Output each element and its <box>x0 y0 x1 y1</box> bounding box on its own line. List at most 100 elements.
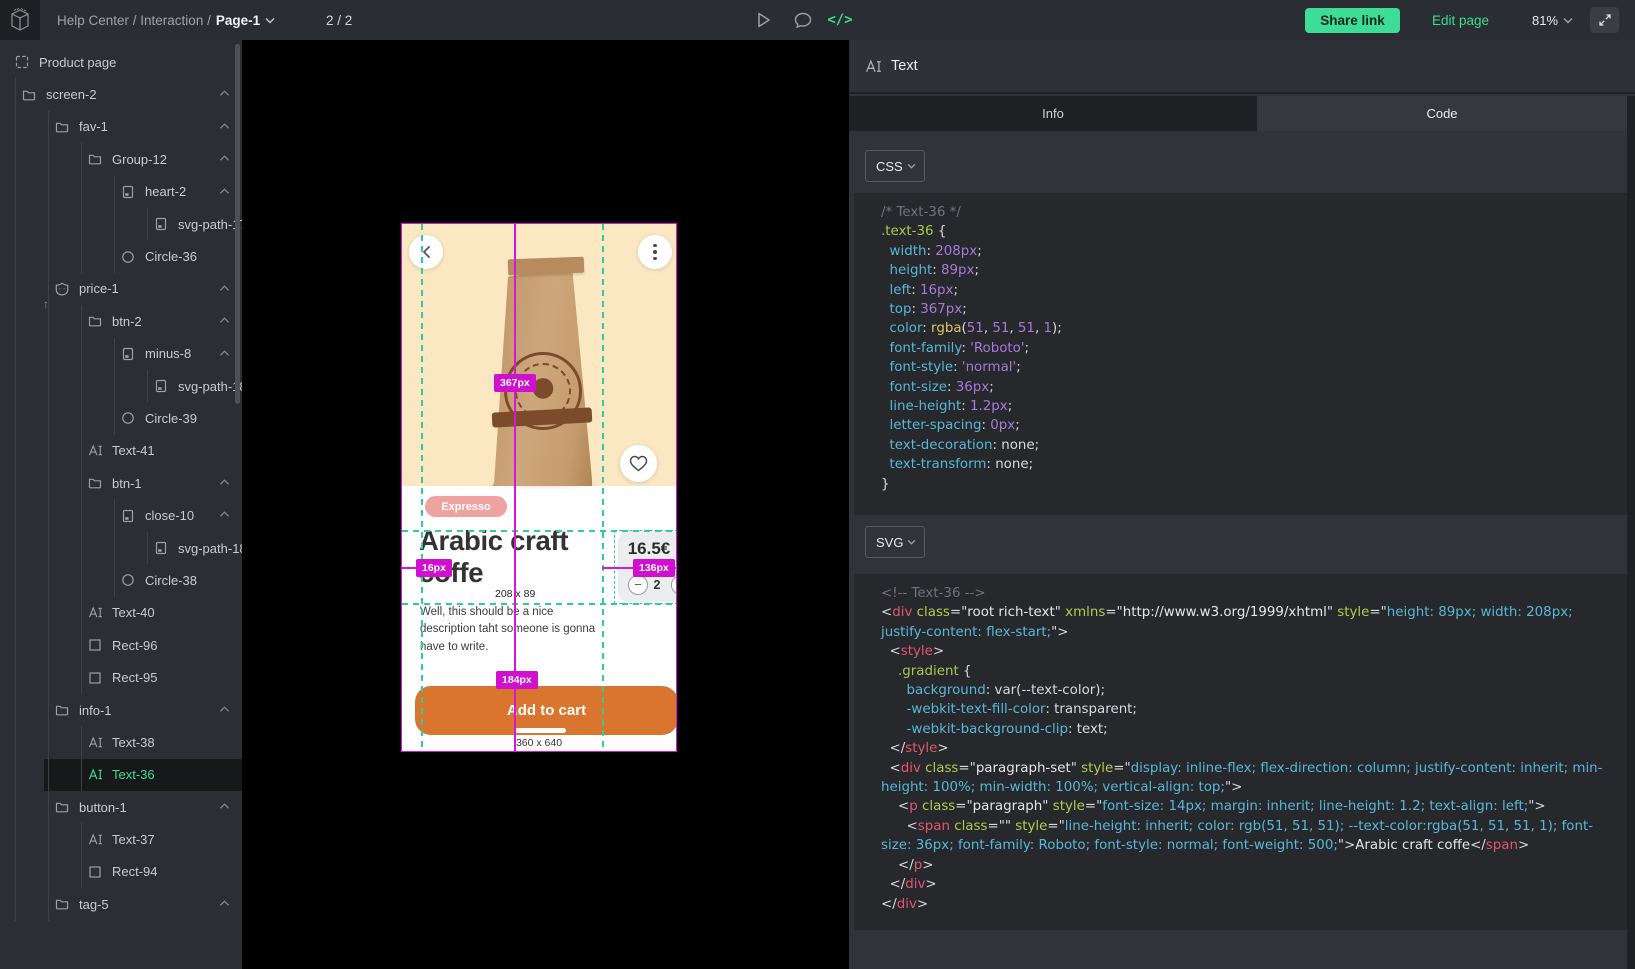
layer-row-minus-8[interactable]: minus-8 <box>0 338 242 370</box>
code-line: text-transform: none; <box>881 455 1605 474</box>
layer-row-circle-39[interactable]: Circle-39 <box>0 402 242 434</box>
layer-row-screen-2[interactable]: screen-2 <box>0 78 242 110</box>
css-format-select[interactable]: CSS <box>865 150 925 182</box>
indent-guide <box>48 208 81 240</box>
indent-guide <box>15 564 48 596</box>
back-button[interactable] <box>409 235 443 269</box>
layer-row-product page[interactable]: Product page <box>0 46 242 78</box>
layer-row-info-1[interactable]: info-1 <box>0 694 242 726</box>
inspector-panel: Text Info Code CSS /* Text-36 */.text-36… <box>849 40 1635 969</box>
measure-chip-top: 367px <box>494 374 536 392</box>
layer-row-text-37[interactable]: Text-37 <box>0 823 242 855</box>
code-line: font-style: 'normal'; <box>881 358 1605 377</box>
collapse-chevron-icon[interactable] <box>219 122 230 130</box>
collapse-chevron-icon[interactable] <box>219 284 230 292</box>
layer-row-close-10[interactable]: close-10 <box>0 499 242 531</box>
layer-row-text-40[interactable]: Text-40 <box>0 597 242 629</box>
page-indicator: 2 / 2 <box>326 0 352 40</box>
tab-info[interactable]: Info <box>849 96 1257 131</box>
expand-icon <box>1598 13 1612 27</box>
breadcrumb[interactable]: Help Center / Interaction / Page-1 <box>57 0 275 40</box>
svgfile-icon <box>121 508 136 523</box>
panel-scrollbar-track[interactable] <box>1627 96 1635 969</box>
indent-guide <box>15 402 48 434</box>
rect-icon <box>88 638 103 653</box>
layer-row-btn-2[interactable]: ↑btn-2 <box>0 305 242 337</box>
layer-row-svg-path-176[interactable]: svg-path-176 <box>0 208 242 240</box>
favorite-button[interactable] <box>620 445 657 482</box>
more-menu-button[interactable] <box>638 235 672 269</box>
indent-guide <box>48 759 81 791</box>
code-line: <style> <box>881 642 1605 661</box>
layer-row-circle-38[interactable]: Circle-38 <box>0 564 242 596</box>
layer-row-fav-1[interactable]: fav-1 <box>0 111 242 143</box>
collapse-chevron-icon[interactable] <box>219 154 230 162</box>
tab-code[interactable]: Code <box>1257 96 1627 131</box>
product-screen-artboard[interactable]: Expresso Arabic craft coffe 208 x 89 Wel… <box>401 223 677 752</box>
collapse-chevron-icon[interactable] <box>219 802 230 810</box>
collapse-chevron-icon[interactable] <box>219 899 230 907</box>
code-line: width: 208px; <box>881 242 1605 261</box>
layer-row-group-12[interactable]: Group-12 <box>0 143 242 175</box>
layer-row-rect-96[interactable]: Rect-96 <box>0 629 242 661</box>
play-button[interactable] <box>750 0 778 40</box>
svgfile-icon <box>154 379 169 394</box>
indent-guide <box>114 208 147 240</box>
layer-row-tag-5[interactable]: tag-5 <box>0 888 242 920</box>
fullscreen-button[interactable] <box>1590 7 1619 33</box>
code-toggle-button[interactable]: </> <box>826 0 854 40</box>
code-line: .text-36 { <box>881 222 1605 241</box>
code-line: </p> <box>881 856 1605 875</box>
collapse-chevron-icon[interactable] <box>219 510 230 518</box>
layer-row-text-41[interactable]: Text-41 <box>0 435 242 467</box>
indent-guide <box>48 305 81 337</box>
layer-row-heart-2[interactable]: heart-2 <box>0 176 242 208</box>
indent-guide <box>15 856 48 888</box>
indent-guide <box>15 726 48 758</box>
indent-guide <box>48 176 81 208</box>
indent-guide <box>81 338 114 370</box>
chevron-down-icon <box>265 17 275 24</box>
layer-row-text-38[interactable]: Text-38 <box>0 726 242 758</box>
code-line: } <box>881 475 1605 494</box>
text-icon <box>88 735 103 750</box>
indent-guide <box>48 661 81 693</box>
indent-guide <box>81 370 114 402</box>
design-canvas[interactable]: Expresso Arabic craft coffe 208 x 89 Wel… <box>242 40 849 969</box>
layer-row-price-1[interactable]: price-1 <box>0 273 242 305</box>
indent-guide <box>81 564 114 596</box>
collapse-chevron-icon[interactable] <box>219 89 230 97</box>
zoom-level-control[interactable]: 81% <box>1532 0 1573 40</box>
layer-row-button-1[interactable]: button-1 <box>0 791 242 823</box>
layer-row-svg-path-183[interactable]: svg-path-183 <box>0 370 242 402</box>
css-code-block[interactable]: /* Text-36 */.text-36 { width: 208px; he… <box>854 193 1627 515</box>
indent-guide <box>15 532 48 564</box>
indent-guide <box>114 338 121 370</box>
indent-guide <box>15 208 48 240</box>
comment-button[interactable] <box>789 0 817 40</box>
collapse-chevron-icon[interactable] <box>219 316 230 324</box>
indent-guide <box>48 240 81 272</box>
code-line: height: 89px; <box>881 261 1605 280</box>
svg-format-select[interactable]: SVG <box>865 526 925 558</box>
share-link-button[interactable]: Share link <box>1305 8 1400 33</box>
indent-guide <box>81 143 88 175</box>
layer-row-svg-path-181[interactable]: svg-path-181 <box>0 532 242 564</box>
layer-row-rect-95[interactable]: Rect-95 <box>0 661 242 693</box>
collapse-chevron-icon[interactable] <box>219 349 230 357</box>
edit-page-link[interactable]: Edit page <box>1432 0 1489 40</box>
layer-label: Circle-38 <box>145 573 197 588</box>
layer-label: minus-8 <box>145 346 191 361</box>
layer-row-rect-94[interactable]: Rect-94 <box>0 856 242 888</box>
sidebar-scrollbar[interactable] <box>235 44 240 404</box>
svg-code-block[interactable]: <!-- Text-36 --><div class="root rich-te… <box>854 574 1627 930</box>
layer-row-circle-36[interactable]: Circle-36 <box>0 240 242 272</box>
product-tag-badge: Expresso <box>425 496 507 517</box>
indent-guide <box>48 370 81 402</box>
collapse-chevron-icon[interactable] <box>219 705 230 713</box>
collapse-chevron-icon[interactable] <box>219 187 230 195</box>
layer-row-text-36[interactable]: Text-36 <box>0 759 242 791</box>
collapse-chevron-icon[interactable] <box>219 478 230 486</box>
app-logo[interactable] <box>0 0 40 40</box>
layer-row-btn-1[interactable]: btn-1 <box>0 467 242 499</box>
